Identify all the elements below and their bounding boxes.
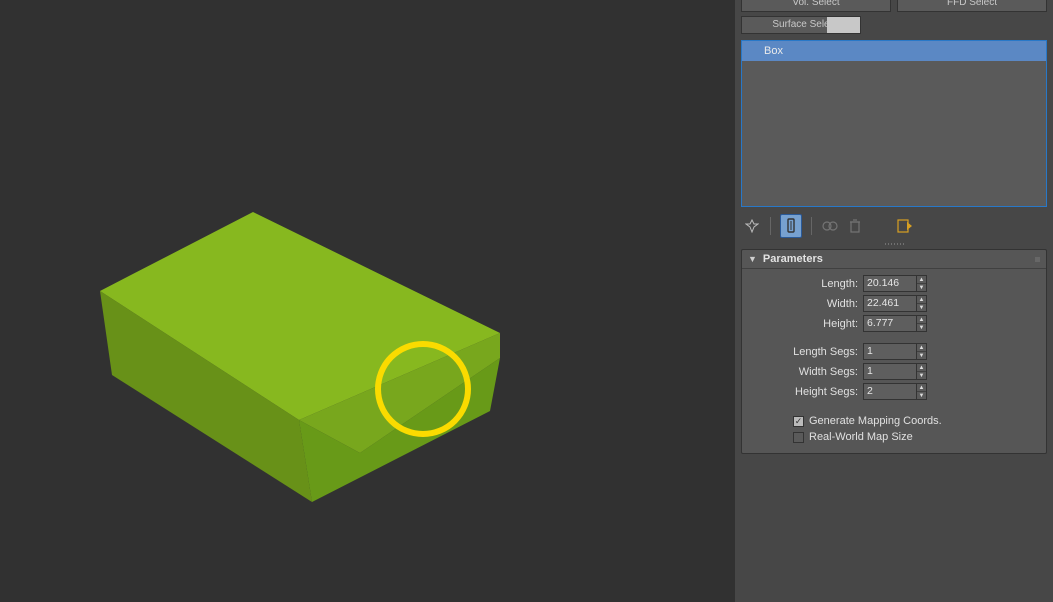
length-spin-up[interactable]: ▲ <box>917 276 926 284</box>
dropdown-icon: ▼ <box>748 254 757 264</box>
vol-select-button[interactable]: Vol. Select <box>741 0 891 12</box>
box-mesh[interactable] <box>50 170 550 550</box>
real-world-label: Real-World Map Size <box>809 431 913 443</box>
generate-mapping-label: Generate Mapping Coords. <box>809 415 942 427</box>
width-segs-label: Width Segs: <box>748 366 863 378</box>
command-panel: Vol. Select FFD Select Surface Sele Box <box>735 0 1053 602</box>
corner-decoration <box>0 0 70 63</box>
parameters-rollout-header[interactable]: ▼ Parameters <box>742 250 1046 269</box>
viewport[interactable] <box>0 0 735 602</box>
real-world-checkbox[interactable] <box>793 432 804 443</box>
surface-select-label: Surface Sele <box>772 19 829 30</box>
length-segs-label: Length Segs: <box>748 346 863 358</box>
rollout-handle-icon <box>1035 257 1040 262</box>
height-segs-spinner[interactable]: 2 ▲▼ <box>863 383 927 400</box>
height-label: Height: <box>748 318 863 330</box>
length-label: Length: <box>748 278 863 290</box>
delete-modifier-icon[interactable] <box>846 217 864 235</box>
width-input[interactable]: 22.461 <box>863 295 917 312</box>
height-spinner[interactable]: 6.777 ▲▼ <box>863 315 927 332</box>
ffd-select-button[interactable]: FFD Select <box>897 0 1047 12</box>
width-segs-input[interactable]: 1 <box>863 363 917 380</box>
generate-mapping-checkbox[interactable]: ✓ <box>793 416 804 427</box>
width-spinner[interactable]: 22.461 ▲▼ <box>863 295 927 312</box>
height-segs-label: Height Segs: <box>748 386 863 398</box>
length-segs-spinner[interactable]: 1 ▲▼ <box>863 343 927 360</box>
selection-ring <box>375 341 471 437</box>
rollout-title: Parameters <box>763 253 823 265</box>
height-spin-down[interactable]: ▼ <box>917 324 926 331</box>
width-segs-spin-up[interactable]: ▲ <box>917 364 926 372</box>
pin-stack-icon[interactable] <box>743 217 761 235</box>
configure-modifier-sets-icon[interactable] <box>896 217 914 235</box>
height-segs-spin-down[interactable]: ▼ <box>917 392 926 399</box>
length-segs-spin-up[interactable]: ▲ <box>917 344 926 352</box>
length-spinner[interactable]: 20.146 ▲▼ <box>863 275 927 292</box>
width-spin-up[interactable]: ▲ <box>917 296 926 304</box>
modifier-stack-toolbar <box>741 213 1047 239</box>
width-segs-spin-down[interactable]: ▼ <box>917 372 926 379</box>
height-segs-spin-up[interactable]: ▲ <box>917 384 926 392</box>
length-input[interactable]: 20.146 <box>863 275 917 292</box>
modifier-item-box[interactable]: Box <box>742 41 1046 61</box>
height-input[interactable]: 6.777 <box>863 315 917 332</box>
length-segs-spin-down[interactable]: ▼ <box>917 352 926 359</box>
height-segs-input[interactable]: 2 <box>863 383 917 400</box>
make-unique-icon[interactable] <box>821 217 839 235</box>
surface-select-button[interactable]: Surface Sele <box>741 16 861 34</box>
show-end-result-icon[interactable] <box>780 214 802 238</box>
width-spin-down[interactable]: ▼ <box>917 304 926 311</box>
width-label: Width: <box>748 298 863 310</box>
length-segs-input[interactable]: 1 <box>863 343 917 360</box>
modifier-stack[interactable]: Box <box>741 40 1047 207</box>
rollout-grip[interactable] <box>741 241 1047 247</box>
height-spin-up[interactable]: ▲ <box>917 316 926 324</box>
length-spin-down[interactable]: ▼ <box>917 284 926 291</box>
width-segs-spinner[interactable]: 1 ▲▼ <box>863 363 927 380</box>
parameters-rollout: ▼ Parameters Length: 20.146 ▲▼ Width: 22… <box>741 249 1047 454</box>
